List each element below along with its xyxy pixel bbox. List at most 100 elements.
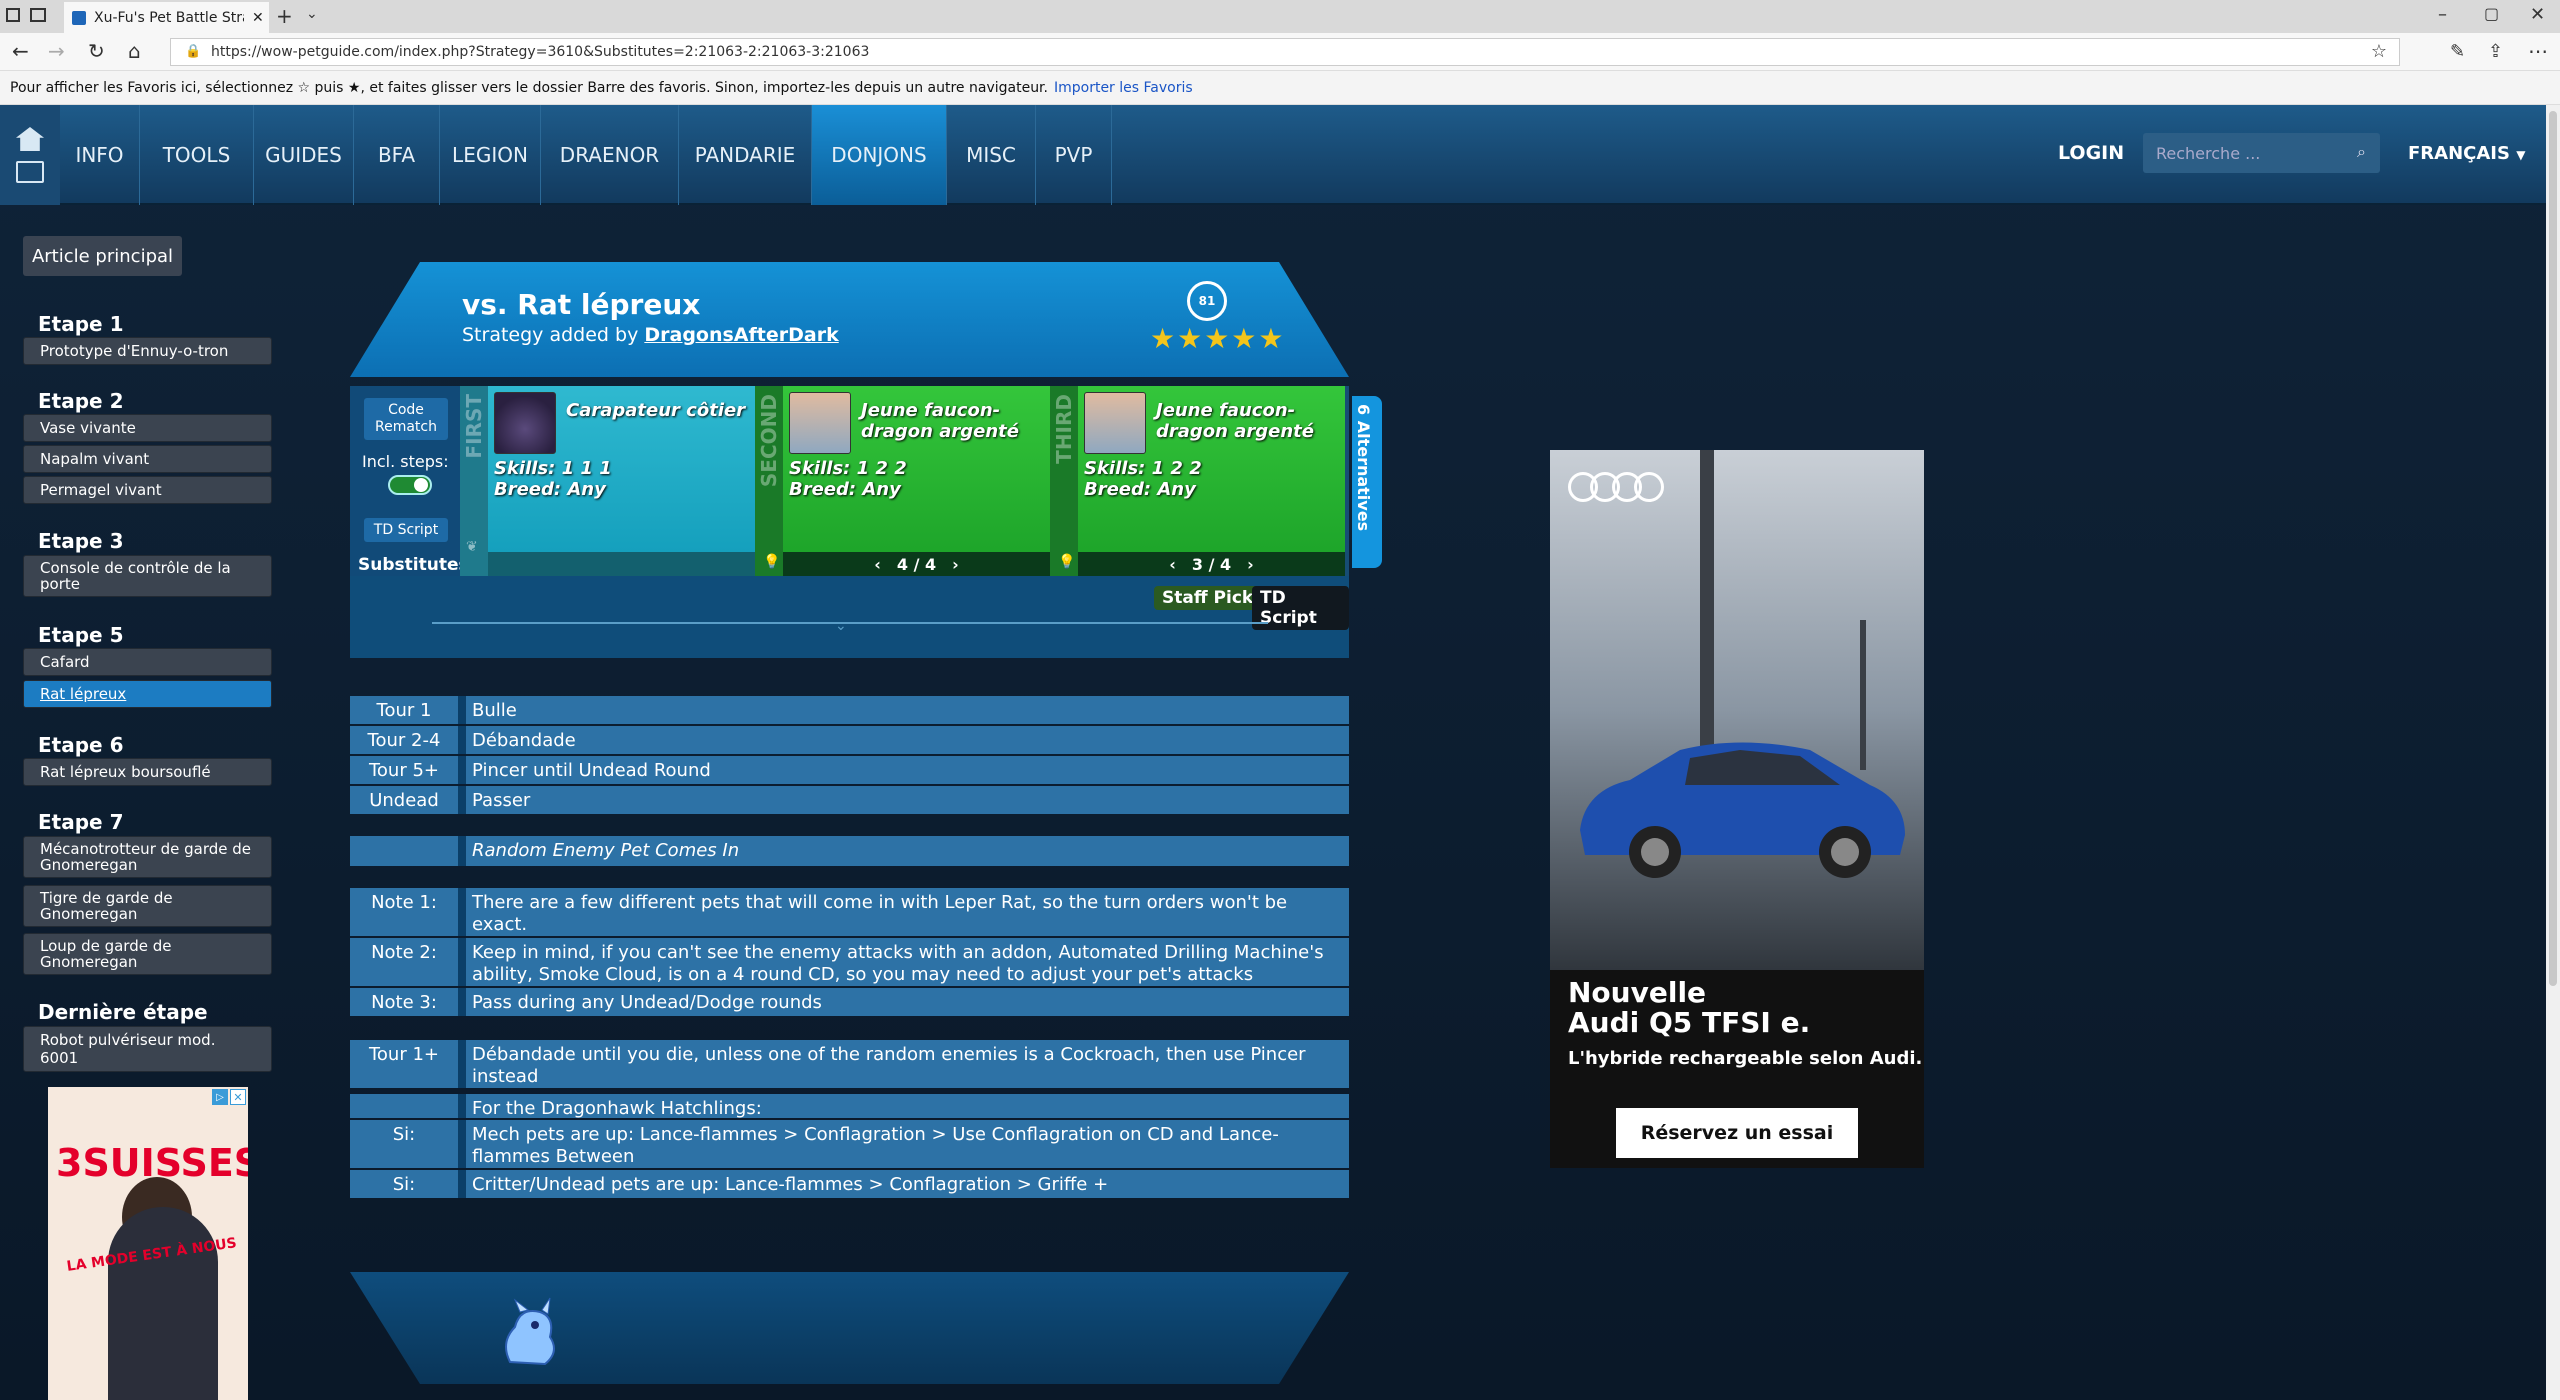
scrollbar-thumb[interactable] (2549, 111, 2557, 986)
pet-slot-third: THIRD Jeune faucon-dragon argenté Skills… (1050, 386, 1345, 576)
scrollbar[interactable] (2546, 105, 2560, 1400)
step-row: For the Dragonhawk Hatchlings: (350, 1094, 1349, 1119)
sidebar-item[interactable]: Cafard (23, 648, 272, 676)
maximize-icon[interactable]: ▢ (2484, 4, 2499, 23)
step-row: Tour 2-4 Débandade (350, 726, 1349, 754)
tab-actions-icon[interactable] (6, 8, 20, 22)
nav-pandarie[interactable]: PANDARIE (679, 105, 812, 205)
favorite-star-icon[interactable]: ☆ (2371, 41, 2387, 62)
nav-donjons[interactable]: DONJONS (812, 105, 947, 205)
pet-name[interactable]: Carapateur côtier (566, 400, 746, 421)
minimize-icon[interactable]: – (2438, 4, 2447, 25)
home-icon[interactable]: ⌂ (128, 39, 141, 63)
pet-card[interactable]: Jeune faucon-dragon argenté Skills: 1 2 … (783, 386, 1050, 552)
step-gap (458, 836, 466, 866)
reading-list-icon[interactable]: ✎ (2450, 41, 2465, 62)
substitute-pager: ‹ 4 / 4 › (783, 552, 1050, 576)
language-selector[interactable]: FRANÇAIS ▼ (2408, 143, 2525, 164)
step-row: Random Enemy Pet Comes In (350, 836, 1349, 866)
incl-steps-toggle[interactable] (388, 475, 432, 495)
browser-tab[interactable]: Xu-Fu's Pet Battle Strate ✕ (64, 2, 269, 33)
strategy-title: vs. Rat lépreux (462, 288, 701, 321)
nav-pvp[interactable]: PVP (1036, 105, 1112, 205)
td-script-button[interactable]: TD Script (364, 518, 448, 542)
lock-icon: 🔒 (185, 44, 202, 59)
back-icon[interactable]: ← (12, 39, 29, 63)
tab-list-icon[interactable]: ⌄ (306, 6, 318, 22)
stage-title: Etape 5 (38, 623, 124, 647)
refresh-icon[interactable]: ↻ (88, 39, 105, 63)
mail-nav-icon[interactable] (16, 161, 44, 183)
search-input[interactable]: Recherche ... ⌕ (2143, 133, 2380, 173)
step-gap (458, 1120, 466, 1168)
pet-name[interactable]: Jeune faucon-dragon argenté (1156, 400, 1336, 442)
alternatives-tab[interactable]: 6 Alternatives (1352, 396, 1382, 568)
tabs-aside-icon[interactable] (30, 8, 46, 22)
login-link[interactable]: LOGIN (2058, 142, 2124, 164)
step-text: Keep in mind, if you can't see the enemy… (466, 938, 1349, 986)
step-text: Pass during any Undead/Dodge rounds (466, 988, 1349, 1016)
advertisement-3suisses[interactable]: ▷ ✕ 3SUISSES LA MODE EST À NOUS (48, 1087, 248, 1400)
import-favorites-link[interactable]: Importer les Favoris (1054, 80, 1193, 96)
step-text: Random Enemy Pet Comes In (466, 836, 1349, 866)
chevron-right-icon[interactable]: › (1247, 555, 1254, 574)
nav-info[interactable]: INFO (60, 105, 140, 205)
nav-tools[interactable]: TOOLS (140, 105, 254, 205)
author-link[interactable]: DragonsAfterDark (644, 324, 838, 346)
more-icon[interactable]: ⋯ (2528, 39, 2548, 63)
sidebar-item-active[interactable]: Rat lépreux (23, 680, 272, 708)
code-rematch-button[interactable]: Code Rematch (364, 398, 448, 440)
chevron-left-icon[interactable]: ‹ (874, 555, 881, 574)
nav-misc[interactable]: MISC (947, 105, 1036, 205)
strategy-panel: vs. Rat lépreux Strategy added by Dragon… (350, 262, 1382, 1384)
nav-legion[interactable]: LEGION (440, 105, 541, 205)
sidebar-item[interactable]: Prototype d'Ennuy-o-tron (23, 337, 272, 365)
audi-logo (1568, 472, 1664, 502)
heart-icon[interactable]: 81 (1187, 281, 1227, 321)
forward-icon[interactable]: → (48, 39, 65, 63)
url-text: https://wow-petguide.com/index.php?Strat… (211, 44, 870, 60)
advertisement-audi[interactable]: Nouvelle Audi Q5 TFSI e. L'hybride rechar… (1550, 450, 1924, 1168)
main-article-button[interactable]: Article principal (23, 236, 182, 276)
sidebar-item[interactable]: Loup de garde de Gnomeregan (23, 933, 272, 975)
home-nav-icon[interactable] (16, 127, 44, 151)
lightbulb-icon[interactable]: 💡 (763, 554, 780, 570)
url-input[interactable]: 🔒 https://wow-petguide.com/index.php?Str… (170, 38, 2400, 66)
search-icon[interactable]: ⌕ (2357, 142, 2366, 162)
sidebar-item[interactable]: Napalm vivant (23, 445, 272, 473)
close-window-icon[interactable]: ✕ (2530, 4, 2545, 25)
chevron-left-icon[interactable]: ‹ (1169, 555, 1176, 574)
sidebar-item[interactable]: Rat lépreux boursouflé (23, 758, 272, 786)
nav-guides[interactable]: GUIDES (254, 105, 354, 205)
crab-pet-image (494, 392, 556, 454)
sidebar-item[interactable]: Permagel vivant (23, 476, 272, 504)
step-label: Tour 1+ (350, 1040, 458, 1088)
tab-close-icon[interactable]: ✕ (252, 10, 264, 26)
rating-stars[interactable]: ★★★★★ (1150, 322, 1286, 355)
sidebar-item[interactable]: Mécanotrotteur de garde de Gnomeregan (23, 836, 272, 878)
ad-cta-button[interactable]: Réservez un essai (1616, 1108, 1858, 1158)
share-icon[interactable]: ⇪ (2488, 41, 2503, 62)
step-row: Si: Critter/Undead pets are up: Lance-fla… (350, 1170, 1349, 1198)
chevron-down-icon[interactable]: ⌄ (835, 618, 847, 634)
sidebar-item[interactable]: Vase vivante (23, 414, 272, 442)
pet-card[interactable]: Carapateur côtier Skills: 1 1 1 Breed: An… (488, 386, 755, 552)
chevron-right-icon[interactable]: › (952, 555, 959, 574)
new-tab-icon[interactable]: + (276, 4, 293, 28)
pet-card[interactable]: Jeune faucon-dragon argenté Skills: 1 2 … (1078, 386, 1345, 552)
nav-draenor[interactable]: DRAENOR (541, 105, 679, 205)
step-row: Undead Passer (350, 786, 1349, 814)
pager-text: 3 / 4 (1191, 554, 1232, 574)
strategy-author-line: Strategy added by DragonsAfterDark (462, 324, 839, 346)
lightbulb-icon[interactable]: 💡 (1058, 554, 1075, 570)
sidebar-item[interactable]: Robot pulvériseur mod. 6001 (23, 1026, 272, 1072)
ad-close-icon[interactable]: ✕ (230, 1089, 246, 1105)
slot-label: THIRD (1052, 394, 1076, 464)
step-gap (458, 988, 466, 1016)
main-navigation: INFO TOOLS GUIDES BFA LEGION DRAENOR PAN… (0, 105, 2546, 205)
ad-choices-icon[interactable]: ▷ (212, 1089, 228, 1105)
nav-bfa[interactable]: BFA (354, 105, 440, 205)
sidebar-item[interactable]: Console de contrôle de la porte (23, 555, 272, 597)
sidebar-item[interactable]: Tigre de garde de Gnomeregan (23, 885, 272, 927)
pet-name[interactable]: Jeune faucon-dragon argenté (861, 400, 1041, 442)
